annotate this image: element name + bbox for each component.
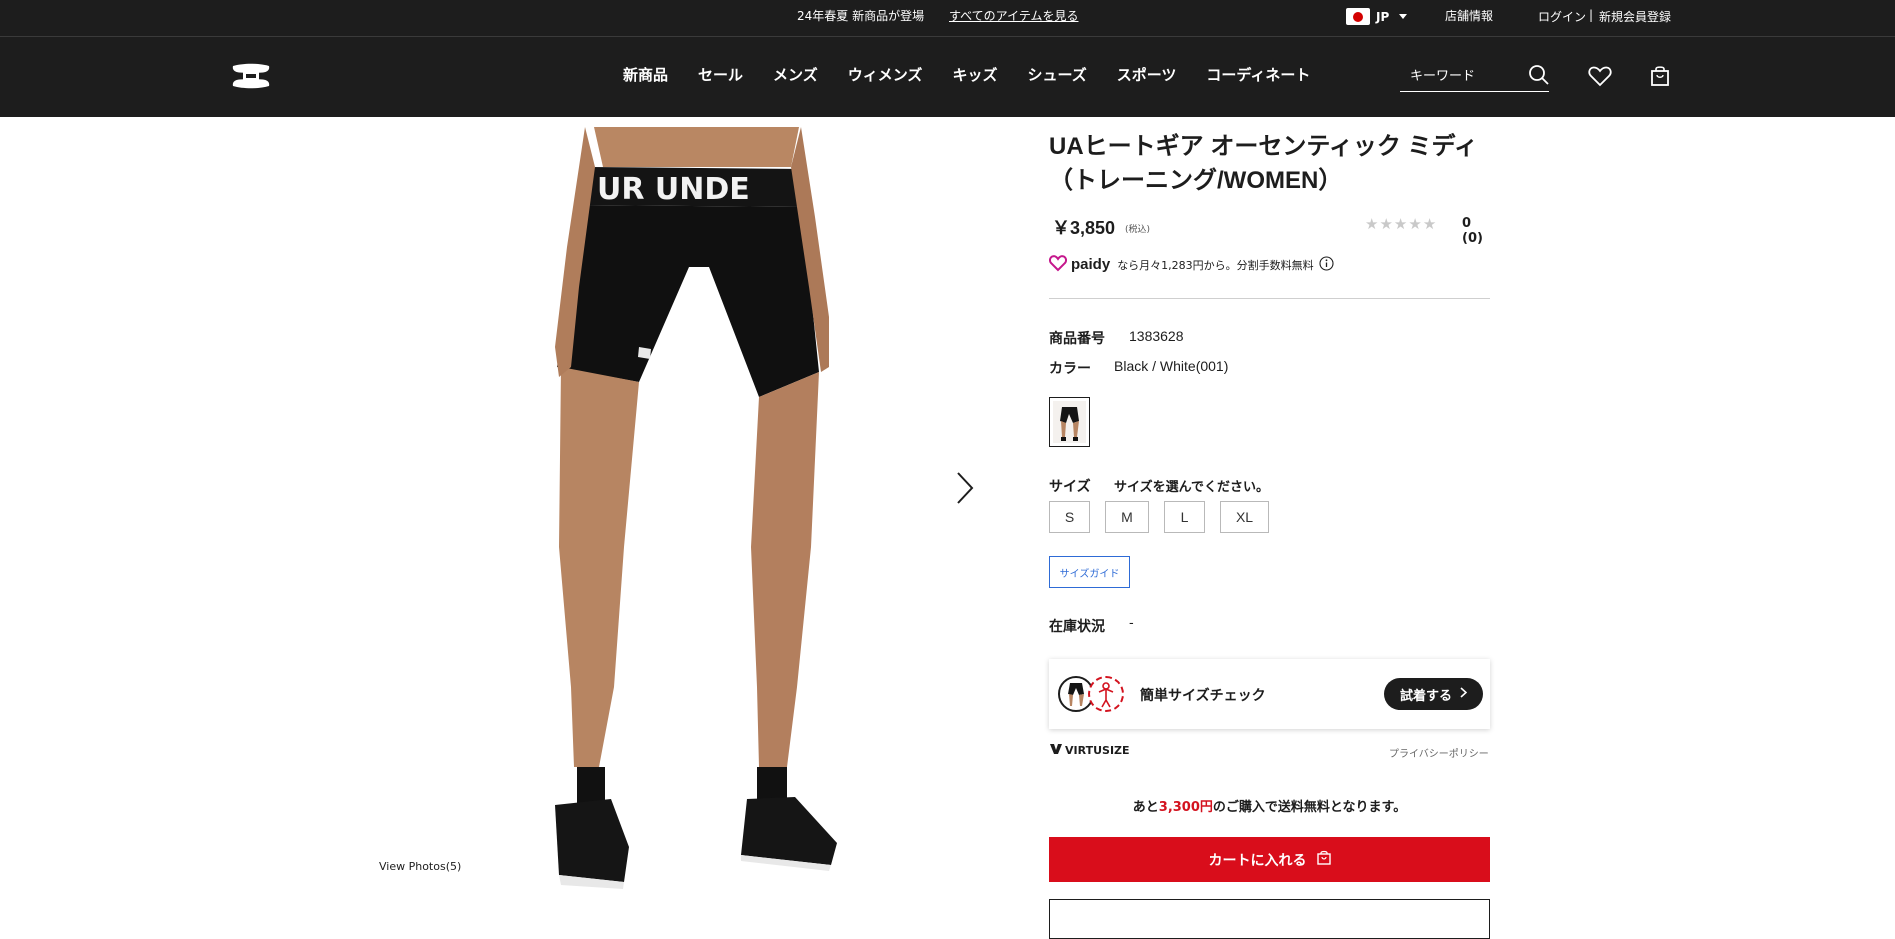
virtusize-brand: VIRTUSIZE xyxy=(1050,744,1130,757)
product-title: UAヒートギア オーセンティック ミディ（トレーニング/WOMEN） xyxy=(1049,133,1478,194)
virtusize-widget: 簡単サイズチェック 試着する xyxy=(1049,659,1490,729)
review-count-paren: (0) xyxy=(1462,231,1483,246)
nav-sports[interactable]: スポーツ xyxy=(1117,64,1177,85)
shopping-bag-icon xyxy=(1316,850,1331,869)
product-photo[interactable]: UR UNDE xyxy=(519,127,889,913)
store-info-link[interactable]: 店舗情報 xyxy=(1445,7,1493,24)
link-separator: | xyxy=(1589,8,1594,22)
register-link[interactable]: 新規会員登録 xyxy=(1599,8,1671,25)
star-icon: ★ xyxy=(1379,215,1393,233)
privacy-policy-link[interactable]: プライバシーポリシー xyxy=(1389,745,1489,760)
size-button-s[interactable]: S xyxy=(1049,501,1090,533)
japan-flag-icon xyxy=(1346,8,1370,25)
star-icon: ★ xyxy=(1365,215,1379,233)
size-button-m[interactable]: M xyxy=(1105,501,1149,533)
info-icon[interactable] xyxy=(1319,255,1334,274)
review-count[interactable]: 0 (0) xyxy=(1462,216,1490,246)
shopping-bag-icon[interactable] xyxy=(1650,65,1670,91)
color-value: Black / White(001) xyxy=(1114,358,1229,374)
size-button-l[interactable]: L xyxy=(1164,501,1205,533)
shipping-amount: 3,300円 xyxy=(1158,800,1213,815)
virtusize-brand-label: VIRTUSIZE xyxy=(1065,744,1130,757)
product-number-label: 商品番号 xyxy=(1049,331,1105,347)
next-image-arrow[interactable] xyxy=(955,470,975,510)
announcement-bar: 24年春夏 新商品が登場 すべてのアイテムを見る JP 店舗情報 ログイン | … xyxy=(0,0,1895,37)
rating-stars[interactable]: ★ ★ ★ ★ ★ xyxy=(1365,216,1436,232)
size-button-xl[interactable]: XL xyxy=(1220,501,1269,533)
size-label: サイズ xyxy=(1049,479,1091,495)
nav-mens[interactable]: メンズ xyxy=(773,64,818,85)
svg-text:UR UNDE: UR UNDE xyxy=(597,172,750,207)
review-count-number: 0 xyxy=(1462,216,1472,231)
paidy-heart-icon xyxy=(1048,254,1068,275)
product-number: 1383628 xyxy=(1129,328,1184,344)
region-code: JP xyxy=(1376,9,1390,24)
paidy-installment: paidy なら月々1,283円から。分割手数料無料 xyxy=(1048,254,1334,275)
product-price: ￥3,850 xyxy=(1052,218,1116,238)
paidy-text: なら月々1,283円から。分割手数料無料 xyxy=(1117,258,1314,272)
try-on-button[interactable]: 試着する xyxy=(1384,678,1483,710)
size-selector: S M L XL xyxy=(1049,501,1284,533)
divider xyxy=(1049,298,1490,299)
try-on-label: 試着する xyxy=(1399,688,1452,704)
add-to-cart-button[interactable]: カートに入れる xyxy=(1049,837,1490,882)
under-armour-logo-icon[interactable] xyxy=(229,63,273,89)
star-icon: ★ xyxy=(1408,215,1422,233)
star-icon: ★ xyxy=(1422,215,1437,233)
chevron-right-icon xyxy=(1460,686,1468,702)
nav-shoes[interactable]: シューズ xyxy=(1027,64,1086,85)
stock-value: - xyxy=(1129,616,1134,631)
heart-icon[interactable] xyxy=(1588,65,1612,91)
secondary-action-button[interactable] xyxy=(1049,899,1490,939)
color-label: カラー xyxy=(1049,361,1091,377)
nav-womens[interactable]: ウィメンズ xyxy=(848,64,923,85)
body-figure-icon xyxy=(1088,676,1124,712)
free-shipping-notice: あと3,300円のご購入で送料無料となります。 xyxy=(1049,796,1490,815)
size-prompt: サイズを選んでください。 xyxy=(1114,480,1269,495)
paidy-logo: paidy xyxy=(1071,256,1111,273)
chevron-down-icon xyxy=(1399,14,1408,19)
shipping-prefix: あと xyxy=(1132,800,1159,815)
color-swatch[interactable] xyxy=(1049,397,1090,447)
main-nav: 新商品 セール メンズ ウィメンズ キッズ シューズ スポーツ コーディネート xyxy=(623,64,1340,85)
nav-kids[interactable]: キッズ xyxy=(952,64,997,85)
view-photos-button[interactable]: View Photos(5) xyxy=(373,852,491,880)
search-icon[interactable] xyxy=(1528,64,1550,90)
region-selector[interactable]: JP xyxy=(1346,8,1408,25)
size-check-label: 簡単サイズチェック xyxy=(1140,688,1266,704)
see-all-items-link[interactable]: すべてのアイテムを見る xyxy=(949,7,1078,24)
search-input[interactable] xyxy=(1400,64,1520,88)
tax-note: (税込) xyxy=(1125,225,1151,235)
search-box xyxy=(1400,60,1549,92)
virtusize-logo-icon xyxy=(1050,744,1062,757)
add-to-cart-label: カートに入れる xyxy=(1208,852,1307,869)
size-guide-button[interactable]: サイズガイド xyxy=(1049,556,1130,588)
site-header: 新商品 セール メンズ ウィメンズ キッズ シューズ スポーツ コーディネート xyxy=(0,37,1895,117)
shipping-suffix: のご購入で送料無料となります。 xyxy=(1212,800,1407,815)
login-link[interactable]: ログイン xyxy=(1538,8,1586,25)
star-icon: ★ xyxy=(1393,215,1408,233)
promo-text: 24年春夏 新商品が登場 xyxy=(797,9,925,23)
nav-coordinate[interactable]: コーディネート xyxy=(1206,64,1310,85)
stock-label: 在庫状況 xyxy=(1049,619,1105,635)
nav-new-arrivals[interactable]: 新商品 xyxy=(623,64,668,85)
nav-sale[interactable]: セール xyxy=(698,64,743,85)
product-gallery: UR UNDE View Photos(5) xyxy=(373,117,993,913)
